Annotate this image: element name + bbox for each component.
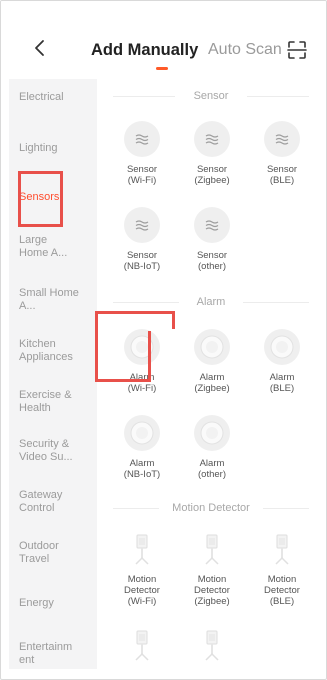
sidebar-item-gateway[interactable]: Gateway Control — [19, 489, 79, 514]
device-tile-alarm-other[interactable]: Alarm (other) — [179, 415, 245, 480]
section-header-alarm: Alarm — [113, 295, 309, 309]
section-header-sensor: Sensor — [113, 89, 309, 103]
category-sidebar: Electrical Lighting Sensors Large Home A… — [9, 79, 97, 669]
section-header-motion-detector: Motion Detector — [113, 501, 309, 515]
device-tile-alarm-ble[interactable]: Alarm (BLE) — [249, 329, 315, 394]
sensor-wave-icon — [194, 121, 230, 157]
alarm-disc-icon — [194, 329, 230, 365]
alarm-highlight-box — [95, 311, 151, 382]
alarm-highlight-tab — [172, 311, 175, 329]
device-tile-motion-wifi[interactable]: Motion Detector (Wi-Fi) — [109, 531, 175, 607]
motion-detector-icon — [194, 627, 230, 663]
device-tile-sensor-other[interactable]: Sensor (other) — [179, 207, 245, 272]
back-button[interactable] — [31, 37, 51, 59]
device-tile-alarm-zigbee[interactable]: Alarm (Zigbee) — [179, 329, 245, 394]
alarm-highlight-side — [148, 331, 151, 382]
alarm-disc-icon — [194, 415, 230, 451]
sidebar-item-kitchen[interactable]: Kitchen Appliances — [19, 338, 85, 363]
device-picker-screen: Add Manually Auto Scan Electrical Lighti… — [0, 0, 327, 680]
device-label: Sensor (Wi-Fi) — [126, 164, 158, 186]
sensor-wave-icon — [124, 121, 160, 157]
device-tile-sensor-ble[interactable]: Sensor (BLE) — [249, 121, 315, 186]
sidebar-item-lighting[interactable]: Lighting — [19, 142, 95, 155]
device-label: Sensor (BLE) — [266, 164, 298, 186]
device-label: Sensor (Zigbee) — [194, 164, 230, 186]
device-tile-sensor-wifi[interactable]: Sensor (Wi-Fi) — [109, 121, 175, 186]
sidebar-item-exercise[interactable]: Exercise & Health — [19, 389, 79, 414]
tab-auto-scan[interactable]: Auto Scan — [208, 41, 282, 59]
sensor-wave-icon — [124, 207, 160, 243]
sidebar-item-large-home[interactable]: Large Home A... — [19, 234, 79, 259]
device-label: Alarm (Zigbee) — [194, 372, 230, 394]
chevron-left-icon — [35, 40, 44, 56]
sidebar-item-small-home[interactable]: Small Home A... — [19, 287, 79, 312]
scan-icon[interactable] — [287, 40, 307, 60]
sidebar-item-entertainment[interactable]: Entertainment — [19, 641, 75, 666]
device-label: Sensor (NB-IoT) — [123, 250, 161, 272]
device-tile-motion-zigbee[interactable]: Motion Detector (Zigbee) — [179, 531, 245, 607]
alarm-disc-icon — [264, 329, 300, 365]
device-label: Motion Detector (Wi-Fi) — [124, 574, 160, 607]
device-tile-motion-partial-1[interactable] — [109, 627, 175, 663]
device-label: Motion Detector (BLE) — [264, 574, 300, 607]
sensors-highlight-box — [18, 171, 63, 227]
device-tile-sensor-nbiot[interactable]: Sensor (NB-IoT) — [109, 207, 175, 272]
tab-add-manually[interactable]: Add Manually — [91, 41, 198, 60]
device-label: Alarm (other) — [198, 458, 226, 480]
device-tile-sensor-zigbee[interactable]: Sensor (Zigbee) — [179, 121, 245, 186]
sensor-wave-icon — [194, 207, 230, 243]
sidebar-item-energy[interactable]: Energy — [19, 597, 95, 610]
sensor-wave-icon — [264, 121, 300, 157]
motion-detector-icon — [264, 531, 300, 567]
motion-detector-icon — [124, 627, 160, 663]
device-label: Alarm (BLE) — [269, 372, 295, 394]
device-tile-motion-ble[interactable]: Motion Detector (BLE) — [249, 531, 315, 607]
device-label: Sensor (other) — [196, 250, 228, 272]
active-tab-indicator — [156, 67, 168, 70]
sidebar-item-electrical[interactable]: Electrical — [19, 91, 95, 104]
header: Add Manually Auto Scan — [1, 1, 326, 79]
sidebar-item-outdoor[interactable]: Outdoor Travel — [19, 540, 79, 565]
alarm-disc-icon — [124, 415, 160, 451]
motion-detector-icon — [124, 531, 160, 567]
device-tile-motion-partial-2[interactable] — [179, 627, 245, 663]
device-tile-alarm-nbiot[interactable]: Alarm (NB-IoT) — [109, 415, 175, 480]
device-label: Alarm (NB-IoT) — [123, 458, 161, 480]
device-label: Motion Detector (Zigbee) — [194, 574, 230, 607]
sidebar-item-security[interactable]: Security & Video Su... — [19, 438, 79, 463]
motion-detector-icon — [194, 531, 230, 567]
